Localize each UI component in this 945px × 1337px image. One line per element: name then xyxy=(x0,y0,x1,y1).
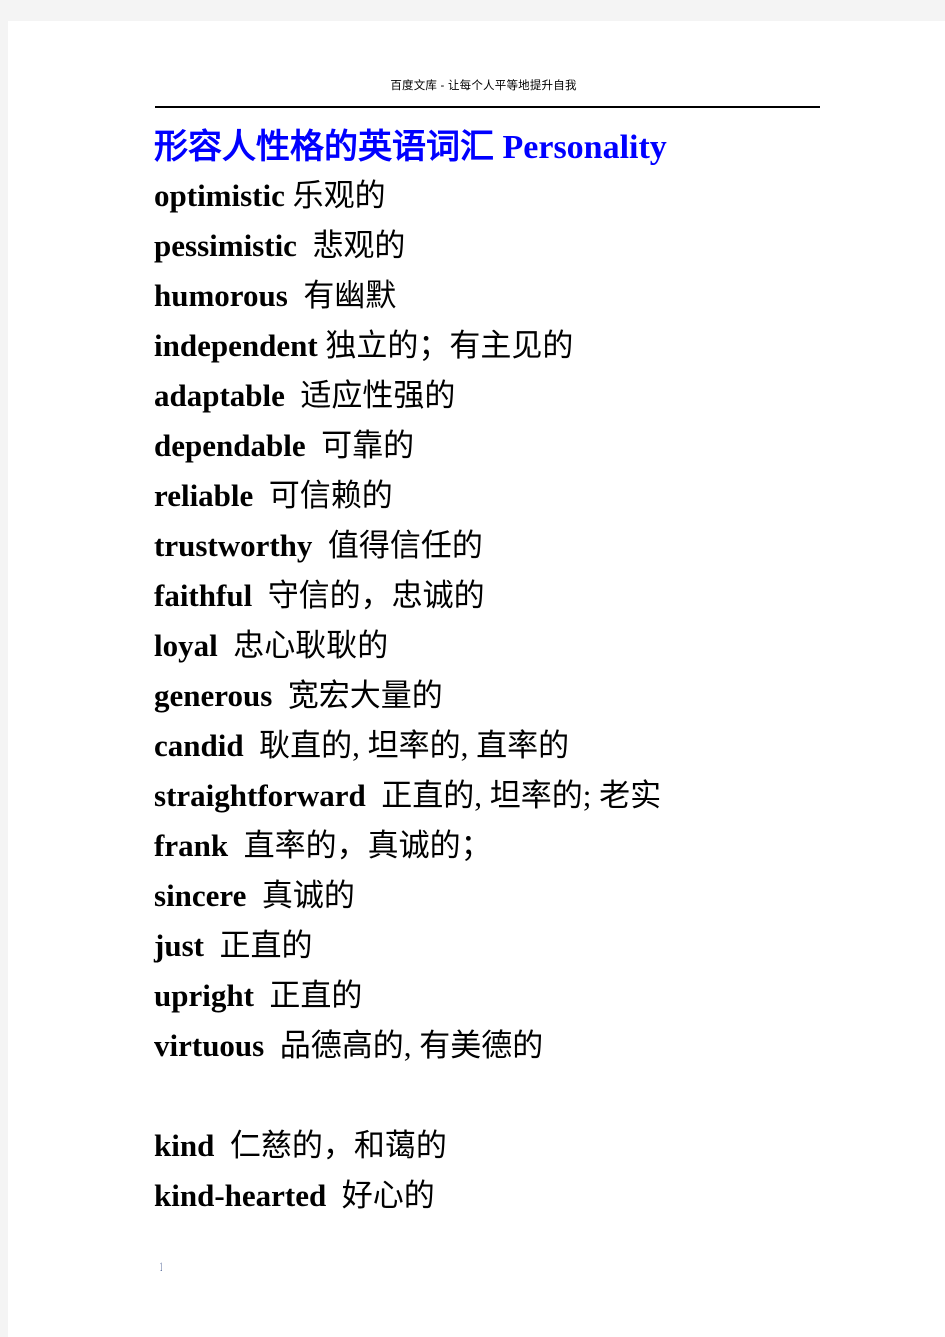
entry-term: trustworthy xyxy=(154,528,313,563)
entry-gloss: 品德高的, 有美德的 xyxy=(279,1028,544,1063)
vocabulary-entry: frank 直率的，真诚的； xyxy=(154,821,854,871)
entry-separator xyxy=(312,528,328,563)
vocabulary-entry: adaptable 适应性强的 xyxy=(154,371,854,421)
entry-term: faithful xyxy=(154,578,253,613)
entry-separator xyxy=(306,428,322,463)
entry-separator xyxy=(214,1128,230,1163)
entry-separator xyxy=(285,378,301,413)
entry-gloss: 忠心耿耿的 xyxy=(233,628,389,663)
vocabulary-list: optimistic 乐观的 pessimistic 悲观的 humorous 有幽… xyxy=(154,171,854,1221)
entry-term: adaptable xyxy=(154,378,285,413)
vocabulary-entry: faithful 守信的，忠诚的 xyxy=(154,571,854,621)
vocabulary-entry: straightforward 正直的, 坦率的; 老实 xyxy=(154,771,854,821)
entry-gloss: 适应性强的 xyxy=(300,378,456,413)
entry-separator xyxy=(246,878,262,913)
vocabulary-entry: kind-hearted 好心的 xyxy=(154,1171,854,1221)
vocabulary-entry: humorous 有幽默 xyxy=(154,271,854,321)
vocabulary-entry: optimistic 乐观的 xyxy=(154,171,854,221)
entry-gloss: 乐观的 xyxy=(292,178,386,213)
entry-separator xyxy=(252,578,268,613)
entry-separator xyxy=(326,1178,342,1213)
document-body: 形容人性格的英语词汇 Personality optimistic 乐观的 pes… xyxy=(154,124,854,1221)
entry-term: frank xyxy=(154,828,229,863)
vocabulary-entry: virtuous 品德高的, 有美德的 xyxy=(154,1021,854,1071)
entry-term: independent xyxy=(154,328,318,363)
entry-term: reliable xyxy=(154,478,254,513)
entry-gloss: 守信的，忠诚的 xyxy=(267,578,485,613)
entry-term: just xyxy=(154,928,204,963)
vocabulary-entry: pessimistic 悲观的 xyxy=(154,221,854,271)
entry-gloss: 值得信任的 xyxy=(327,528,483,563)
entry-separator xyxy=(366,778,382,813)
vocabulary-entry: upright 正直的 xyxy=(154,971,854,1021)
entry-gloss: 悲观的 xyxy=(312,228,406,263)
vocabulary-entry: reliable 可信赖的 xyxy=(154,471,854,521)
header-divider xyxy=(155,106,820,108)
entry-term: loyal xyxy=(154,628,218,663)
entry-gloss: 直率的，真诚的； xyxy=(243,828,492,863)
vocabulary-entry: just 正直的 xyxy=(154,921,854,971)
entry-gloss: 好心的 xyxy=(341,1178,435,1213)
entry-gloss: 正直的 xyxy=(219,928,313,963)
entry-gloss: 独立的；有主见的 xyxy=(325,328,574,363)
entry-gloss: 正直的, 坦率的; 老实 xyxy=(381,778,662,813)
entry-gloss: 可靠的 xyxy=(321,428,415,463)
document-page: 百度文库 - 让每个人平等地提升自我 形容人性格的英语词汇 Personalit… xyxy=(8,21,945,1337)
page-title-english: Personality xyxy=(502,129,667,166)
entry-separator xyxy=(264,1028,280,1063)
entry-term: candid xyxy=(154,728,244,763)
entry-separator xyxy=(228,828,244,863)
vocabulary-entry: candid 耿直的, 坦率的, 直率的 xyxy=(154,721,854,771)
entry-term: kind-hearted xyxy=(154,1178,327,1213)
vocabulary-entry: independent 独立的；有主见的 xyxy=(154,321,854,371)
entry-gloss: 可信赖的 xyxy=(268,478,393,513)
entry-term: pessimistic xyxy=(154,228,297,263)
entry-separator xyxy=(218,628,234,663)
entry-term: kind xyxy=(154,1128,215,1163)
entry-term: optimistic xyxy=(154,178,285,213)
entry-gloss: 仁慈的，和蔼的 xyxy=(229,1128,447,1163)
entry-separator xyxy=(204,928,220,963)
entry-term: generous xyxy=(154,678,273,713)
entry-gloss: 真诚的 xyxy=(261,878,355,913)
page-number: 1 xyxy=(160,1259,163,1274)
entry-gloss: 耿直的, 坦率的, 直率的 xyxy=(259,728,570,763)
entry-gloss: 正直的 xyxy=(269,978,363,1013)
vocabulary-entry: generous 宽宏大量的 xyxy=(154,671,854,721)
entry-term: upright xyxy=(154,978,254,1013)
entry-separator xyxy=(272,678,288,713)
entry-term: sincere xyxy=(154,878,247,913)
vocabulary-entry: trustworthy 值得信任的 xyxy=(154,521,854,571)
vocabulary-entry: kind 仁慈的，和蔼的 xyxy=(154,1121,854,1171)
entry-term: dependable xyxy=(154,428,306,463)
entry-separator xyxy=(244,728,260,763)
entry-separator xyxy=(297,228,313,263)
entry-separator xyxy=(288,278,304,313)
entry-gloss: 宽宏大量的 xyxy=(287,678,443,713)
entry-separator xyxy=(285,178,293,213)
entry-term: humorous xyxy=(154,278,288,313)
page-title-chinese: 形容人性格的英语词汇 xyxy=(154,129,503,166)
entry-term: straightforward xyxy=(154,778,366,813)
vocabulary-entry: dependable 可靠的 xyxy=(154,421,854,471)
entry-separator xyxy=(253,478,269,513)
entry-separator xyxy=(254,978,270,1013)
entry-gloss: 有幽默 xyxy=(303,278,397,313)
entry-term: virtuous xyxy=(154,1028,265,1063)
page-title: 形容人性格的英语词汇 Personality xyxy=(154,124,854,171)
document-header-note: 百度文库 - 让每个人平等地提升自我 xyxy=(390,80,577,92)
vocabulary-entry: loyal 忠心耿耿的 xyxy=(154,621,854,671)
vocabulary-entry: sincere 真诚的 xyxy=(154,871,854,921)
